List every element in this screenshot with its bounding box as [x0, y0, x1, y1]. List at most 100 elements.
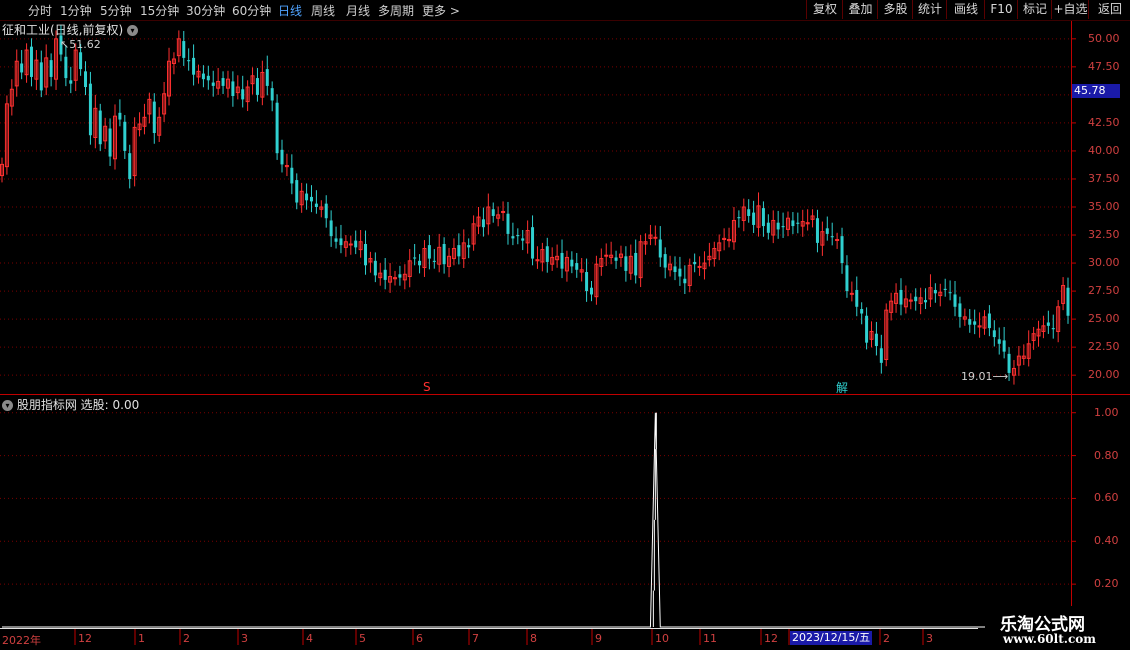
x-tick-label: 2022年: [2, 634, 41, 647]
candlestick-chart[interactable]: [0, 0, 1130, 650]
sell-marker[interactable]: S: [423, 380, 431, 394]
indicator-tick-label: 0.60: [1094, 491, 1119, 505]
candle-body: [413, 257, 417, 259]
candle-body: [501, 210, 506, 213]
candle-body: [123, 121, 127, 151]
candle-body: [118, 112, 122, 120]
candle-body: [467, 245, 471, 248]
x-tick-label: 3: [926, 632, 933, 645]
candle-body: [968, 319, 972, 325]
candle-body: [973, 321, 977, 325]
candle-body: [987, 313, 991, 329]
x-tick-label: 2: [183, 632, 190, 645]
candle-body: [761, 208, 765, 227]
candle-body: [295, 180, 299, 203]
x-tick-label: 2023/12/15/五: [790, 631, 873, 645]
candle-body: [20, 63, 24, 73]
candle-body: [1046, 322, 1050, 326]
candle-body: [270, 88, 274, 101]
candle-body: [874, 333, 878, 347]
candle-body: [815, 218, 819, 243]
candle-body: [305, 193, 309, 201]
candle-body: [914, 296, 918, 302]
candle-body: [79, 52, 83, 70]
candle-body: [835, 239, 840, 242]
candle-body: [1051, 328, 1055, 330]
candle-body: [958, 303, 962, 317]
candle-body: [280, 149, 284, 165]
candle-body: [997, 339, 1001, 344]
candle-body: [1066, 287, 1070, 316]
candle-body: [953, 294, 957, 307]
candle-body: [634, 252, 638, 276]
candle-body: [521, 238, 525, 241]
candle-body: [339, 238, 343, 246]
candle-body: [427, 245, 431, 259]
x-tick-label: 3: [241, 632, 248, 645]
candle-body: [924, 300, 928, 303]
candle-body: [992, 330, 996, 338]
candle-body: [373, 260, 377, 276]
candle-body: [855, 289, 859, 307]
candle-body: [589, 287, 593, 295]
candle-body: [653, 236, 658, 239]
candle-body: [860, 309, 864, 314]
x-tick-label: 9: [595, 632, 602, 645]
y-tick-label: 50.00: [1088, 31, 1120, 45]
candle-body: [693, 261, 697, 265]
candle-body: [747, 209, 751, 216]
candle-body: [737, 217, 741, 219]
candle-body: [899, 289, 903, 305]
y-tick-label: 47.50: [1088, 59, 1120, 73]
x-tick-label: 12: [764, 632, 778, 645]
candle-body: [418, 260, 422, 266]
candle-body: [364, 244, 368, 266]
x-tick-label: 8: [530, 632, 537, 645]
candle-body: [1002, 340, 1006, 352]
candle-body: [206, 75, 210, 81]
candle-body: [865, 315, 869, 343]
candle-body: [673, 266, 677, 273]
candle-body: [948, 292, 952, 294]
candle-body: [64, 56, 68, 79]
candle-body: [575, 263, 579, 270]
candle-body: [506, 213, 510, 234]
candle-body: [314, 203, 318, 207]
candle-body: [604, 254, 609, 257]
x-tick-label: 6: [416, 632, 423, 645]
x-tick-label: 7: [472, 632, 479, 645]
candle-body: [324, 203, 328, 219]
high-value: 51.62: [69, 38, 101, 51]
candle-body: [152, 101, 156, 133]
candle-body: [678, 268, 682, 277]
x-tick-label: 1: [138, 632, 145, 645]
indicator-tick-label: 0.80: [1094, 448, 1119, 462]
candle-body: [879, 348, 883, 363]
candle-body: [348, 243, 353, 246]
indicator-tick-label: 0.20: [1094, 577, 1119, 591]
candle-body: [796, 222, 800, 224]
candle-body: [29, 46, 33, 77]
x-tick-label: 5: [359, 632, 366, 645]
x-tick-label: 11: [703, 632, 717, 645]
candle-body: [383, 269, 387, 280]
candle-body: [98, 110, 102, 145]
candle-body: [334, 238, 338, 242]
y-tick-label: 22.50: [1088, 340, 1120, 354]
candle-body: [663, 254, 667, 268]
candle-body: [658, 239, 662, 258]
candle-body: [221, 78, 225, 86]
candle-body: [442, 244, 446, 265]
candle-body: [290, 167, 294, 184]
candle-body: [624, 256, 628, 271]
candle-body: [545, 246, 549, 262]
candle-body: [516, 235, 520, 237]
candle-body: [128, 153, 132, 179]
candle-body: [211, 82, 215, 86]
candle-body: [481, 219, 485, 228]
candle-body: [398, 274, 402, 278]
unlock-marker[interactable]: 解: [836, 379, 848, 396]
y-tick-label: 35.00: [1088, 200, 1120, 213]
candle-body: [752, 212, 756, 225]
x-tick-label: 12: [78, 632, 92, 645]
